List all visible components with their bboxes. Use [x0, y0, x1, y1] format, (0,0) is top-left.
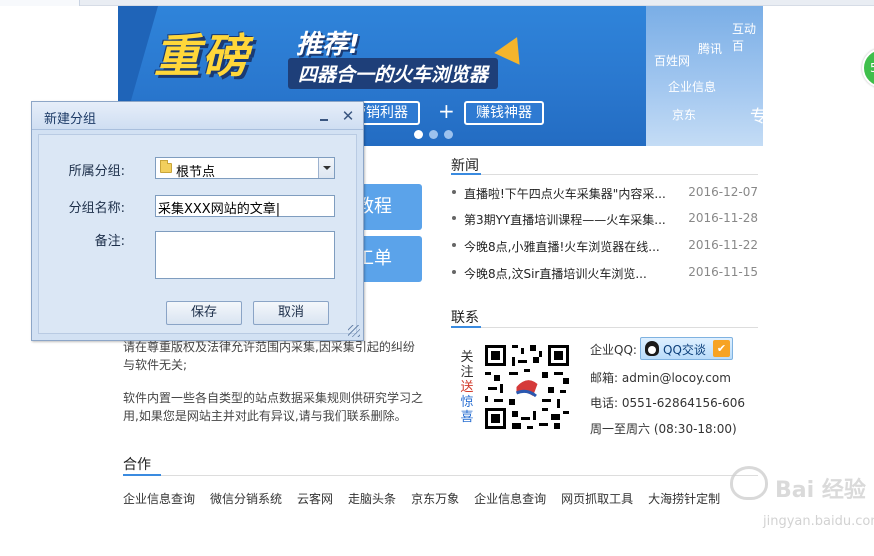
- banner-shape: [494, 31, 530, 65]
- folder-icon: [160, 160, 172, 173]
- partners-underline: [123, 474, 161, 476]
- banner-tag: 企业信息: [668, 80, 717, 94]
- news-item-title[interactable]: 今晚8点,汶Sir直播培训火车浏览...: [464, 265, 679, 282]
- partners-title: 合作: [123, 457, 151, 473]
- qq-chat-label: QQ交谈: [663, 343, 706, 357]
- baidu-watermark: Bai 经验 jingyan.baidu.com: [715, 460, 874, 556]
- note-label: 备注:: [94, 234, 125, 249]
- banner-tag: 京东: [672, 108, 697, 122]
- contact-email[interactable]: 邮箱: admin@locoy.com: [590, 369, 731, 386]
- news-item[interactable]: 第3期YY直播培训课程——火车采集... 2016-11-28: [451, 209, 758, 229]
- banner-tag: 百姓网: [654, 54, 691, 68]
- vertical-char: 关: [460, 350, 474, 365]
- bullet-icon: [452, 216, 456, 220]
- follow-vertical-text: 关 注 送 惊 喜: [460, 350, 474, 425]
- parent-group-label: 所属分组:: [68, 164, 125, 179]
- news-item-title[interactable]: 直播啦!下午四点火车采集器"内容采...: [464, 185, 679, 202]
- parent-group-select[interactable]: 根节点: [155, 157, 335, 180]
- bullet-icon: [452, 243, 456, 247]
- news-item[interactable]: 今晚8点,小雅直播!火车浏览器在线... 2016-11-22: [451, 236, 758, 256]
- partner-link[interactable]: 企业信息查询: [123, 490, 195, 507]
- bullet-icon: [452, 270, 456, 274]
- news-item-date: 2016-11-28: [688, 211, 758, 225]
- news-underline: [451, 173, 481, 175]
- resize-grip-icon[interactable]: [348, 325, 360, 337]
- wechat-qr-code: [482, 342, 572, 432]
- news-item-date: 2016-11-15: [688, 265, 758, 279]
- bullet-icon: [452, 190, 456, 194]
- news-item[interactable]: 今晚8点,汶Sir直播培训火车浏览... 2016-11-15: [451, 263, 758, 283]
- watermark-brand: Bai 经验: [775, 478, 866, 503]
- banner-recommend: 推荐!: [296, 30, 360, 60]
- banner-pill-money: 赚钱神器: [464, 101, 544, 125]
- news-item-date: 2016-12-07: [688, 185, 758, 199]
- vertical-char: 喜: [460, 410, 474, 425]
- penguin-icon: [645, 341, 659, 356]
- close-icon[interactable]: ✕: [340, 108, 356, 124]
- partners-links: 企业信息查询 微信分销系统 云客网 走脑头条 京东万象 企业信息查询 网页抓取工…: [123, 490, 735, 507]
- new-group-dialog: 新建分组 ✕ 所属分组: 根节点 分组名称: 采集XXX网站的文章| 备注: 保…: [31, 101, 364, 341]
- disclaimer-paragraph-2: 软件内置一些各自类型的站点数据采集规则供研究学习之用,如果您是网站主并对此有异议…: [123, 391, 424, 423]
- group-name-input[interactable]: 采集XXX网站的文章|: [155, 195, 335, 217]
- partner-link[interactable]: 走脑头条: [348, 490, 396, 507]
- tab-stub[interactable]: [0, 0, 80, 6]
- minimize-icon[interactable]: [318, 111, 330, 123]
- news-item-title[interactable]: 今晚8点,小雅直播!火车浏览器在线...: [464, 238, 679, 255]
- contact-rule: [451, 327, 758, 328]
- banner-tag: 互动百: [732, 22, 757, 53]
- banner-subtitle: 四器合一的火车浏览器: [288, 58, 499, 89]
- paw-logo-icon: [730, 466, 768, 500]
- partner-link[interactable]: 大海捞针定制: [648, 490, 720, 507]
- disclaimer-paragraph-1: 请在尊重版权及法律允许范围内采集,因采集引起的纠纷与软件无关;: [123, 340, 415, 372]
- cancel-button[interactable]: 取消: [253, 301, 329, 325]
- save-button[interactable]: 保存: [166, 301, 242, 325]
- carousel-dot-3[interactable]: [444, 130, 453, 139]
- watermark-url: jingyan.baidu.com: [763, 514, 874, 529]
- banner-big-title: 重磅: [154, 29, 250, 83]
- partner-link[interactable]: 微信分销系统: [210, 490, 282, 507]
- chevron-down-icon[interactable]: [318, 158, 334, 178]
- news-item-title[interactable]: 第3期YY直播培训课程——火车采集...: [464, 211, 679, 228]
- partners-rule: [123, 475, 758, 476]
- news-item[interactable]: 直播啦!下午四点火车采集器"内容采... 2016-12-07: [451, 183, 758, 203]
- parent-group-value: 根节点: [176, 165, 216, 180]
- contact-hours: 周一至周六 (08:30-18:00): [590, 422, 737, 436]
- news-item-date: 2016-11-22: [688, 238, 758, 252]
- contact-phone: 电话: 0551-62864156-606: [590, 396, 746, 410]
- partner-link[interactable]: 网页抓取工具: [561, 490, 633, 507]
- vertical-char: 送: [460, 380, 474, 395]
- news-title: 新闻: [451, 158, 479, 174]
- banner-tag: 腾讯: [698, 42, 723, 56]
- browser-page: 重磅 推荐! 四器合一的火车浏览器 营销利器 + 赚钱神器 互动百 腾讯 百姓网…: [0, 0, 874, 556]
- dialog-body: 所属分组: 根节点 分组名称: 采集XXX网站的文章| 备注: 保存 取消: [38, 134, 357, 334]
- carousel-dots: [414, 130, 453, 139]
- partner-link[interactable]: 云客网: [297, 490, 333, 507]
- carousel-dot-1[interactable]: [414, 130, 423, 139]
- note-textarea[interactable]: [155, 231, 335, 279]
- qq-chat-button[interactable]: QQ交谈 ✔: [640, 337, 733, 360]
- partner-link[interactable]: 京东万象: [411, 490, 459, 507]
- news-rule: [451, 174, 758, 175]
- dialog-titlebar[interactable]: 新建分组 ✕: [32, 102, 363, 130]
- qr-code-icon: [482, 342, 572, 432]
- vertical-char: 惊: [460, 395, 474, 410]
- group-name-label: 分组名称:: [68, 201, 125, 216]
- floating-badge[interactable]: 5: [862, 48, 874, 88]
- qq-label: 企业QQ:: [590, 343, 637, 357]
- contact-title: 联系: [451, 310, 479, 326]
- contact-underline: [451, 326, 481, 328]
- banner-tag: 专: [750, 107, 763, 127]
- banner-right-panel: 互动百 腾讯 百姓网 企业信息 京东 专: [646, 6, 763, 146]
- check-icon: ✔: [713, 340, 730, 357]
- carousel-dot-2[interactable]: [429, 130, 438, 139]
- partner-link[interactable]: 企业信息查询: [474, 490, 546, 507]
- banner-plus: +: [438, 99, 455, 123]
- vertical-char: 注: [460, 365, 474, 380]
- dialog-title: 新建分组: [44, 112, 97, 127]
